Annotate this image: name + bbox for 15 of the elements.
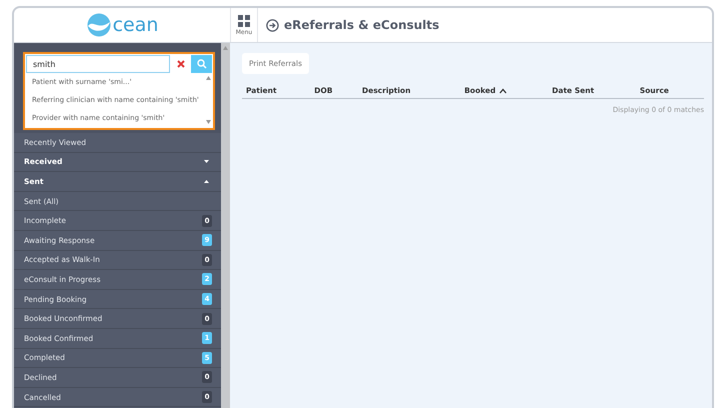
logo-icon <box>86 13 112 37</box>
up-arrow-icon[interactable] <box>206 76 211 80</box>
search-field[interactable]: smith <box>26 55 170 73</box>
search-button[interactable] <box>191 55 212 73</box>
caret-icon <box>204 160 209 164</box>
caret-icon <box>204 180 209 183</box>
down-arrow-icon[interactable] <box>206 120 211 124</box>
up-arrow-icon[interactable] <box>223 46 228 50</box>
arrow-circle-icon <box>266 18 279 32</box>
page-title: eReferrals & eConsults <box>284 18 440 32</box>
scrollbar[interactable] <box>221 43 230 408</box>
grid-icon <box>238 14 250 26</box>
logo-text: cean <box>112 14 158 36</box>
close-icon <box>176 60 184 68</box>
search-icon <box>196 59 206 69</box>
